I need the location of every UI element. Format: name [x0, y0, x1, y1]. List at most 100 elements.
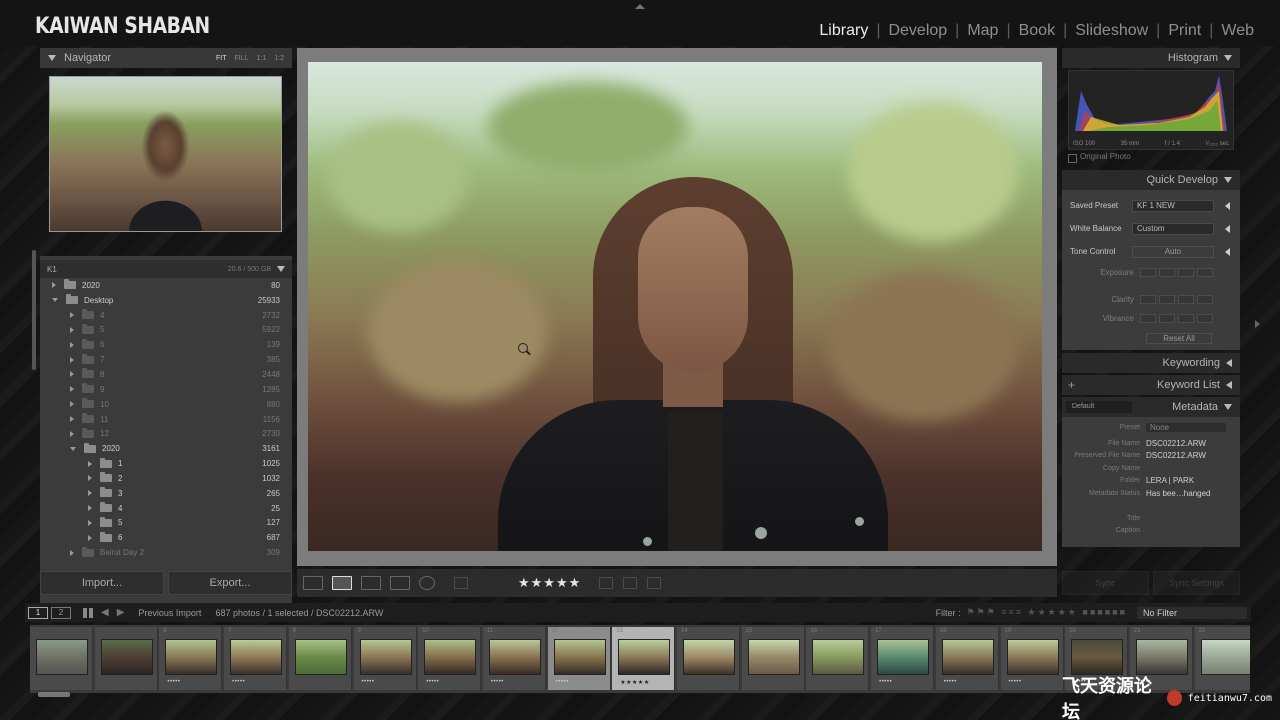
expand-arrow-icon[interactable]	[1225, 247, 1230, 256]
filmstrip-thumbnail[interactable]: 13 ★★★★★	[612, 627, 676, 690]
collapse-top-arrow-icon[interactable]	[635, 4, 645, 9]
filmstrip-thumbnail[interactable]: 15	[741, 627, 805, 690]
expand-triangle-icon[interactable]	[1226, 359, 1232, 367]
import-button[interactable]: Import...	[40, 571, 164, 595]
module-library[interactable]: Library	[819, 22, 868, 40]
exposure-buttons[interactable]	[1140, 268, 1213, 277]
disclosure-closed-icon[interactable]	[70, 549, 74, 556]
disclosure-closed-icon[interactable]	[70, 416, 74, 423]
sync-button[interactable]: Sync	[1062, 571, 1149, 595]
filmstrip-thumbnail[interactable]: 6 •••••	[159, 627, 223, 690]
white-balance-select[interactable]: Custom	[1132, 222, 1214, 235]
module-web[interactable]: Web	[1221, 22, 1254, 40]
disclosure-closed-icon[interactable]	[70, 341, 74, 348]
quick-develop-header[interactable]: Quick Develop	[1062, 170, 1240, 190]
disclosure-open-icon[interactable]	[70, 446, 76, 451]
folder-row[interactable]: 2020 80	[40, 278, 292, 293]
folder-row[interactable]: 4 25	[40, 501, 292, 516]
filter-preset-select[interactable]: No Filter	[1137, 606, 1247, 619]
metadata-value[interactable]: LERA | PARK	[1146, 476, 1194, 485]
loupe-view-icon[interactable]	[332, 576, 352, 590]
navigator-preview[interactable]	[49, 76, 282, 232]
auto-tone-button[interactable]: Auto	[1132, 245, 1214, 258]
filmstrip-scrollbar[interactable]	[38, 692, 70, 697]
filmstrip-info[interactable]: 687 photos / 1 selected / DSC02212.ARW	[215, 608, 383, 618]
people-view-icon[interactable]	[419, 576, 435, 590]
collapse-triangle-icon[interactable]	[1224, 404, 1232, 410]
flag-pick-icon[interactable]	[454, 577, 468, 589]
vibrance-buttons[interactable]	[1140, 314, 1213, 323]
grid-icon[interactable]	[83, 607, 93, 618]
folder-row[interactable]: Beirut Day 2 309	[40, 545, 292, 560]
folder-row[interactable]: 6 139	[40, 337, 292, 352]
collapse-triangle-icon[interactable]	[1224, 55, 1232, 61]
filter-flag-icons[interactable]: ⚑⚑⚑ ≡≡≡ ★★★★★ ■■■■■■	[967, 607, 1127, 618]
zoom-option-2[interactable]: 1:1	[257, 55, 267, 62]
disclosure-closed-icon[interactable]	[70, 401, 74, 408]
module-book[interactable]: Book	[1019, 22, 1055, 40]
disclosure-closed-icon[interactable]	[88, 534, 92, 541]
crop-overlay-icon[interactable]	[647, 577, 662, 589]
metadata-value[interactable]: Has bee…hanged	[1146, 489, 1211, 498]
disclosure-closed-icon[interactable]	[88, 460, 92, 467]
module-develop[interactable]: Develop	[888, 22, 947, 40]
module-print[interactable]: Print	[1168, 22, 1201, 40]
folder-row[interactable]: 2020 3161	[40, 441, 292, 456]
survey-view-icon[interactable]	[390, 576, 410, 590]
export-button[interactable]: Export...	[168, 571, 292, 595]
disclosure-closed-icon[interactable]	[70, 326, 74, 333]
zoom-option-3[interactable]: 1:2	[274, 55, 284, 62]
back-arrow-icon[interactable]: ◀	[101, 607, 109, 618]
folder-row[interactable]: 5 127	[40, 516, 292, 531]
metadata-header[interactable]: Default Metadata	[1062, 397, 1240, 417]
folder-row[interactable]: 5 5922	[40, 323, 292, 338]
folder-row[interactable]: 7 385	[40, 352, 292, 367]
volume-toggle-icon[interactable]	[277, 266, 285, 272]
expand-arrow-icon[interactable]	[1225, 224, 1230, 233]
filmstrip-thumbnail[interactable]: 14	[677, 627, 740, 690]
folder-row[interactable]: 6 687	[40, 530, 292, 545]
forward-arrow-icon[interactable]: ▶	[117, 607, 125, 618]
disclosure-closed-icon[interactable]	[70, 430, 74, 437]
folder-row[interactable]: 2 1032	[40, 471, 292, 486]
rotate-right-icon[interactable]	[623, 577, 638, 589]
volume-header[interactable]: K1 20.6 / 500 GB	[40, 260, 292, 278]
keyword-list-header[interactable]: + Keyword List	[1062, 375, 1240, 395]
filmstrip-thumbnail[interactable]: 9 •••••	[353, 627, 417, 690]
filmstrip-thumbnail[interactable]: 18 •••••	[935, 627, 999, 690]
module-map[interactable]: Map	[967, 22, 998, 40]
filmstrip-thumbnail[interactable]: 22	[1194, 627, 1250, 690]
metadata-view-select[interactable]: Default	[1066, 401, 1132, 413]
rotate-left-icon[interactable]	[599, 577, 614, 589]
collapse-triangle-icon[interactable]	[48, 55, 56, 61]
histogram[interactable]: ISO 100 35 mm f / 1.4 ¹⁄₁₂₅₀ sec	[1068, 70, 1234, 150]
compare-view-icon[interactable]	[361, 576, 381, 590]
second-window-button[interactable]: 2	[51, 606, 71, 619]
folder-row[interactable]: Desktop 25933	[40, 293, 292, 308]
filmstrip-thumbnail[interactable]: 16	[806, 627, 870, 690]
module-slideshow[interactable]: Slideshow	[1075, 22, 1148, 40]
rating-stars[interactable]: ★★★★★	[518, 575, 581, 591]
metadata-value[interactable]: DSC02212.ARW	[1146, 439, 1206, 448]
expand-triangle-icon[interactable]	[1226, 381, 1232, 389]
folder-row[interactable]: 3 265	[40, 486, 292, 501]
filmstrip-thumbnail[interactable]: 17 •••••	[871, 627, 935, 690]
disclosure-closed-icon[interactable]	[88, 505, 92, 512]
zoom-option-1[interactable]: FILL	[235, 55, 249, 62]
disclosure-closed-icon[interactable]	[70, 386, 74, 393]
disclosure-closed-icon[interactable]	[52, 282, 56, 289]
folder-row[interactable]: 11 1156	[40, 412, 292, 427]
filmstrip-thumbnail[interactable]: 11 •••••	[482, 627, 546, 690]
add-keyword-icon[interactable]: +	[1068, 378, 1075, 392]
metadata-value[interactable]: DSC02212.ARW	[1146, 451, 1206, 460]
folder-row[interactable]: 1 1025	[40, 456, 292, 471]
keywording-header[interactable]: Keywording	[1062, 353, 1240, 373]
disclosure-closed-icon[interactable]	[88, 490, 92, 497]
disclosure-open-icon[interactable]	[52, 298, 58, 303]
disclosure-closed-icon[interactable]	[70, 312, 74, 319]
grid-view-icon[interactable]	[303, 576, 323, 590]
navigator-header[interactable]: Navigator FIT FILL 1:1 1:2	[40, 48, 292, 68]
left-panel-scrollbar[interactable]	[32, 250, 36, 370]
filmstrip-thumbnail[interactable]	[30, 627, 93, 690]
filmstrip-source[interactable]: Previous Import	[138, 608, 201, 618]
